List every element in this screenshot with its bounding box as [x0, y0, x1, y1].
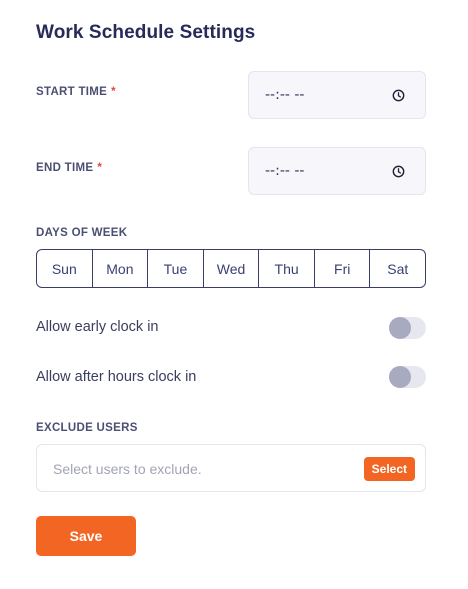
- days-of-week-label: DAYS OF WEEK: [36, 227, 128, 239]
- day-mon[interactable]: Mon: [93, 250, 149, 287]
- start-time-value: --:-- --: [265, 87, 305, 103]
- start-time-label-text: START TIME: [36, 86, 108, 98]
- select-users-button[interactable]: Select: [363, 457, 415, 481]
- day-fri[interactable]: Fri: [315, 250, 371, 287]
- exclude-users-placeholder: Select users to exclude.: [53, 461, 202, 477]
- early-clock-in-label: Allow early clock in: [36, 319, 159, 335]
- page-title: Work Schedule Settings: [36, 22, 256, 43]
- early-clock-in-toggle[interactable]: [389, 317, 426, 339]
- days-of-week-selector: Sun Mon Tue Wed Thu Fri Sat: [36, 249, 426, 288]
- toggle-knob: [389, 366, 411, 388]
- day-sat[interactable]: Sat: [370, 250, 425, 287]
- start-time-input[interactable]: --:-- --: [248, 71, 426, 119]
- clock-icon[interactable]: [392, 165, 405, 178]
- end-time-value: --:-- --: [265, 163, 305, 179]
- end-time-label: END TIME *: [36, 162, 102, 174]
- after-hours-clock-in-label: Allow after hours clock in: [36, 369, 197, 385]
- day-wed[interactable]: Wed: [204, 250, 260, 287]
- save-button[interactable]: Save: [36, 516, 136, 556]
- end-time-label-text: END TIME: [36, 162, 94, 174]
- day-tue[interactable]: Tue: [148, 250, 204, 287]
- day-thu[interactable]: Thu: [259, 250, 315, 287]
- toggle-knob: [389, 317, 411, 339]
- clock-icon[interactable]: [392, 89, 405, 102]
- required-mark: *: [111, 86, 116, 98]
- exclude-users-label: EXCLUDE USERS: [36, 422, 138, 434]
- day-sun[interactable]: Sun: [37, 250, 93, 287]
- end-time-input[interactable]: --:-- --: [248, 147, 426, 195]
- start-time-label: START TIME *: [36, 86, 116, 98]
- exclude-users-field[interactable]: Select users to exclude. Select: [36, 444, 426, 492]
- after-hours-clock-in-toggle[interactable]: [389, 366, 426, 388]
- required-mark: *: [97, 162, 103, 174]
